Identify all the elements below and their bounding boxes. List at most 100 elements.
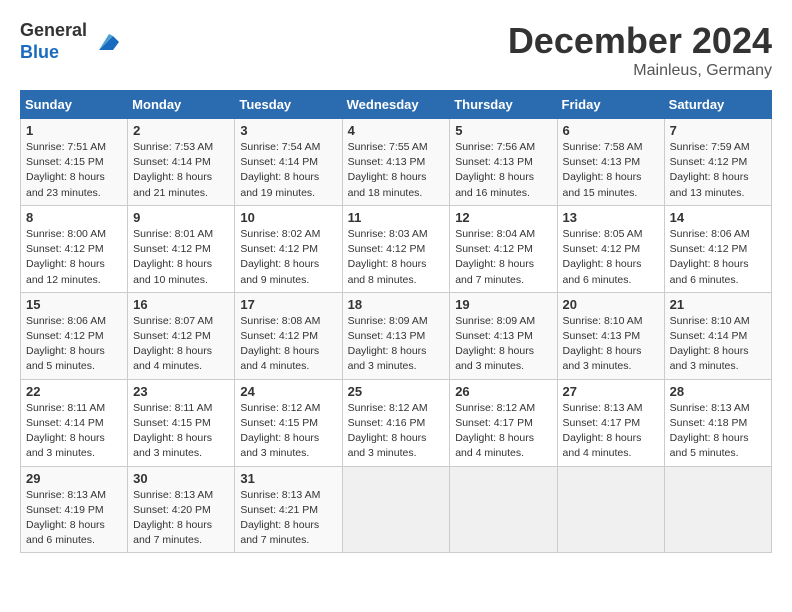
sunset: Sunset: 4:12 PM: [133, 243, 211, 255]
sunset: Sunset: 4:12 PM: [670, 243, 748, 255]
calendar-cell: 2 Sunrise: 7:53 AM Sunset: 4:14 PM Daylight…: [128, 119, 235, 206]
sunrise: Sunrise: 8:11 AM: [133, 402, 212, 414]
day-info: Sunrise: 8:13 AMSunset: 4:17 PMDaylight:…: [563, 401, 659, 462]
daylight: Daylight: 8 hours and 18 minutes.: [348, 171, 427, 198]
day-info: Sunrise: 8:09 AMSunset: 4:13 PMDaylight:…: [455, 314, 551, 375]
weekday-header-tuesday: Tuesday: [235, 91, 342, 119]
daylight: Daylight: 8 hours and 3 minutes.: [348, 432, 427, 459]
day-number: 25: [348, 384, 445, 399]
sunset: Sunset: 4:12 PM: [26, 243, 104, 255]
sunrise: Sunrise: 7:56 AM: [455, 141, 535, 153]
sunrise: Sunrise: 8:06 AM: [26, 315, 106, 327]
daylight: Daylight: 8 hours and 10 minutes.: [133, 258, 212, 285]
day-number: 16: [133, 297, 229, 312]
daylight: Daylight: 8 hours and 5 minutes.: [26, 345, 105, 372]
daylight: Daylight: 8 hours and 3 minutes.: [26, 432, 105, 459]
calendar-week-2: 15 Sunrise: 8:06 AM Sunset: 4:12 PM Dayligh…: [21, 292, 772, 379]
daylight: Daylight: 8 hours and 23 minutes.: [26, 171, 105, 198]
calendar-cell: 11Sunrise: 8:03 AMSunset: 4:12 PMDayligh…: [342, 205, 450, 292]
weekday-header-sunday: Sunday: [21, 91, 128, 119]
calendar-cell: [450, 466, 557, 553]
day-number: 4: [348, 123, 445, 138]
calendar-cell: 18Sunrise: 8:09 AMSunset: 4:13 PMDayligh…: [342, 292, 450, 379]
sunset: Sunset: 4:14 PM: [133, 156, 211, 168]
sunset: Sunset: 4:20 PM: [133, 504, 211, 516]
day-number: 1: [26, 123, 122, 138]
day-info: Sunrise: 8:13 AMSunset: 4:21 PMDaylight:…: [240, 488, 336, 549]
day-number: 10: [240, 210, 336, 225]
calendar-cell: 9Sunrise: 8:01 AMSunset: 4:12 PMDaylight…: [128, 205, 235, 292]
day-info: Sunrise: 8:12 AMSunset: 4:17 PMDaylight:…: [455, 401, 551, 462]
day-info: Sunrise: 8:03 AMSunset: 4:12 PMDaylight:…: [348, 227, 445, 288]
sunset: Sunset: 4:13 PM: [348, 330, 426, 342]
calendar-cell: 25 Sunrise: 8:12 AMSunset: 4:16 PMDayligh…: [342, 379, 450, 466]
calendar-cell: 20Sunrise: 8:10 AMSunset: 4:13 PMDayligh…: [557, 292, 664, 379]
calendar-cell: 12Sunrise: 8:04 AMSunset: 4:12 PMDayligh…: [450, 205, 557, 292]
calendar-week-3: 22 Sunrise: 8:11 AM Sunset: 4:14 PM Dayligh…: [21, 379, 772, 466]
sunrise: Sunrise: 8:08 AM: [240, 315, 320, 327]
weekday-header-friday: Friday: [557, 91, 664, 119]
calendar-cell: [557, 466, 664, 553]
day-info: Sunrise: 8:12 AMSunset: 4:16 PMDaylight:…: [348, 401, 445, 462]
sunset: Sunset: 4:13 PM: [563, 156, 641, 168]
calendar-cell: 29 Sunrise: 8:13 AMSunset: 4:19 PMDayligh…: [21, 466, 128, 553]
sunset: Sunset: 4:17 PM: [563, 417, 641, 429]
logo: General Blue: [20, 20, 119, 63]
day-info: Sunrise: 7:59 AMSunset: 4:12 PMDaylight:…: [670, 140, 766, 201]
day-info: Sunrise: 8:06 AM Sunset: 4:12 PM Daylight:…: [26, 314, 122, 375]
daylight: Daylight: 8 hours and 15 minutes.: [563, 171, 642, 198]
sunset: Sunset: 4:12 PM: [26, 330, 104, 342]
day-info: Sunrise: 8:13 AMSunset: 4:19 PMDaylight:…: [26, 488, 122, 549]
location: Mainleus, Germany: [508, 62, 772, 80]
day-number: 26: [455, 384, 551, 399]
sunset: Sunset: 4:21 PM: [240, 504, 318, 516]
day-number: 6: [563, 123, 659, 138]
sunrise: Sunrise: 7:54 AM: [240, 141, 320, 153]
day-info: Sunrise: 8:02 AMSunset: 4:12 PMDaylight:…: [240, 227, 336, 288]
day-info: Sunrise: 8:11 AMSunset: 4:15 PMDaylight:…: [133, 401, 229, 462]
daylight: Daylight: 8 hours and 5 minutes.: [670, 432, 749, 459]
calendar-cell: 22 Sunrise: 8:11 AM Sunset: 4:14 PM Dayligh…: [21, 379, 128, 466]
day-number: 15: [26, 297, 122, 312]
daylight: Daylight: 8 hours and 3 minutes.: [133, 432, 212, 459]
sunset: Sunset: 4:14 PM: [670, 330, 748, 342]
day-number: 22: [26, 384, 122, 399]
day-info: Sunrise: 8:12 AMSunset: 4:15 PMDaylight:…: [240, 401, 336, 462]
sunset: Sunset: 4:14 PM: [26, 417, 104, 429]
daylight: Daylight: 8 hours and 12 minutes.: [26, 258, 105, 285]
sunrise: Sunrise: 8:00 AM: [26, 228, 106, 240]
sunrise: Sunrise: 8:11 AM: [26, 402, 105, 414]
sunrise: Sunrise: 8:02 AM: [240, 228, 320, 240]
daylight: Daylight: 8 hours and 3 minutes.: [563, 345, 642, 372]
sunrise: Sunrise: 7:53 AM: [133, 141, 213, 153]
day-number: 7: [670, 123, 766, 138]
day-info: Sunrise: 8:05 AMSunset: 4:12 PMDaylight:…: [563, 227, 659, 288]
day-info: Sunrise: 8:10 AMSunset: 4:13 PMDaylight:…: [563, 314, 659, 375]
day-number: 29: [26, 471, 122, 486]
daylight: Daylight: 8 hours and 7 minutes.: [133, 519, 212, 546]
weekday-row: SundayMondayTuesdayWednesdayThursdayFrid…: [21, 91, 772, 119]
day-info: Sunrise: 7:58 AM Sunset: 4:13 PM Daylight:…: [563, 140, 659, 201]
day-info: Sunrise: 8:07 AMSunset: 4:12 PMDaylight:…: [133, 314, 229, 375]
day-number: 2: [133, 123, 229, 138]
calendar-cell: 14Sunrise: 8:06 AMSunset: 4:12 PMDayligh…: [664, 205, 771, 292]
day-number: 18: [348, 297, 445, 312]
weekday-header-wednesday: Wednesday: [342, 91, 450, 119]
sunrise: Sunrise: 8:13 AM: [670, 402, 750, 414]
sunrise: Sunrise: 7:58 AM: [563, 141, 643, 153]
weekday-header-thursday: Thursday: [450, 91, 557, 119]
day-number: 24: [240, 384, 336, 399]
calendar-cell: 5Sunrise: 7:56 AMSunset: 4:13 PMDaylight…: [450, 119, 557, 206]
daylight: Daylight: 8 hours and 3 minutes.: [240, 432, 319, 459]
sunset: Sunset: 4:14 PM: [240, 156, 318, 168]
sunrise: Sunrise: 8:12 AM: [455, 402, 535, 414]
day-info: Sunrise: 8:13 AMSunset: 4:20 PMDaylight:…: [133, 488, 229, 549]
daylight: Daylight: 8 hours and 7 minutes.: [455, 258, 534, 285]
calendar-cell: 10 Sunrise: 8:02 AMSunset: 4:12 PMDayligh…: [235, 205, 342, 292]
page-header: General Blue December 2024 Mainleus, Ger…: [20, 20, 772, 80]
sunset: Sunset: 4:16 PM: [348, 417, 426, 429]
day-number: 14: [670, 210, 766, 225]
daylight: Daylight: 8 hours and 6 minutes.: [670, 258, 749, 285]
day-number: 28: [670, 384, 766, 399]
daylight: Daylight: 8 hours and 21 minutes.: [133, 171, 212, 198]
